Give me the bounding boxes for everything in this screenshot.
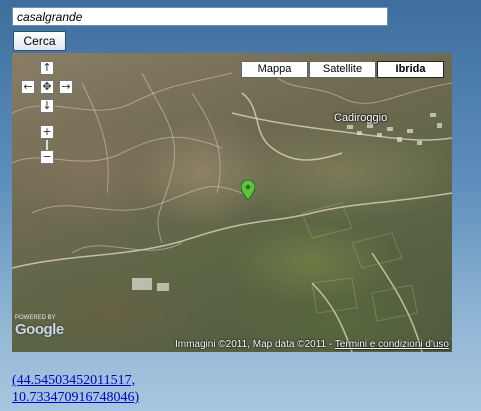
zoom-in-icon[interactable]: + (40, 125, 54, 139)
map-view[interactable]: ↑ ← ✥ → ↓ + − Mappa Satellite Ibrida Cad… (12, 53, 452, 352)
map-attribution: Immagini ©2011, Map data ©2011 - Termini… (175, 339, 449, 350)
satellite-imagery (12, 72, 452, 352)
map-type-mappa-button[interactable]: Mappa (241, 61, 308, 78)
pan-center-icon[interactable]: ✥ (40, 80, 54, 94)
google-logo: Google (15, 321, 64, 338)
coordinates-line-2: 10.733470916748046) (12, 390, 140, 405)
map-type-satellite-button[interactable]: Satellite (309, 61, 376, 78)
zoom-track (46, 140, 48, 150)
pan-up-icon[interactable]: ↑ (40, 61, 54, 75)
attribution-text: Immagini ©2011, Map data ©2011 - (174, 339, 335, 350)
search-input[interactable] (12, 7, 388, 26)
coordinates-link[interactable]: (44.54503452011517, 10.733470916748046) (12, 372, 139, 406)
map-type-ibrida-button[interactable]: Ibrida (377, 61, 444, 78)
zoom-out-icon[interactable]: − (40, 150, 54, 164)
pan-right-icon[interactable]: → (59, 80, 73, 94)
pan-down-icon[interactable]: ↓ (40, 99, 54, 113)
search-button[interactable]: Cerca (13, 31, 66, 51)
location-marker-icon[interactable] (241, 180, 255, 200)
coordinates-line-1: (44.54503452011517, (12, 373, 136, 388)
terms-link[interactable]: Termini e condizioni d'uso (335, 339, 449, 350)
pan-left-icon[interactable]: ← (21, 80, 35, 94)
place-label: Cadiroggio (334, 112, 388, 124)
